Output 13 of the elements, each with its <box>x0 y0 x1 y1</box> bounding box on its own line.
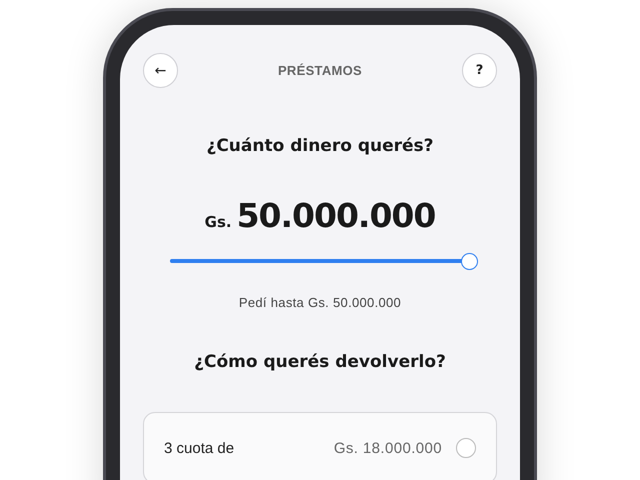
question-heading: ¿Cuánto dinero querés? <box>206 136 434 156</box>
amount-slider[interactable] <box>170 253 480 269</box>
back-button[interactable]: ← <box>143 53 178 88</box>
currency-label: Gs. <box>204 213 232 231</box>
radio-button[interactable] <box>456 438 476 458</box>
help-button[interactable]: ? <box>462 53 497 88</box>
amount-value: 50.000.000 <box>236 196 436 235</box>
option-label: 3 cuota de <box>164 440 236 456</box>
question-heading: ¿Cómo querés devolverlo? <box>194 352 446 372</box>
page-title: PRÉSTAMOS <box>278 63 362 78</box>
slider-thumb[interactable] <box>461 253 478 270</box>
limit-text: Pedí hasta Gs. 50.000.000 <box>238 295 402 310</box>
option-amount: Gs. 18.000.000 <box>334 440 442 456</box>
